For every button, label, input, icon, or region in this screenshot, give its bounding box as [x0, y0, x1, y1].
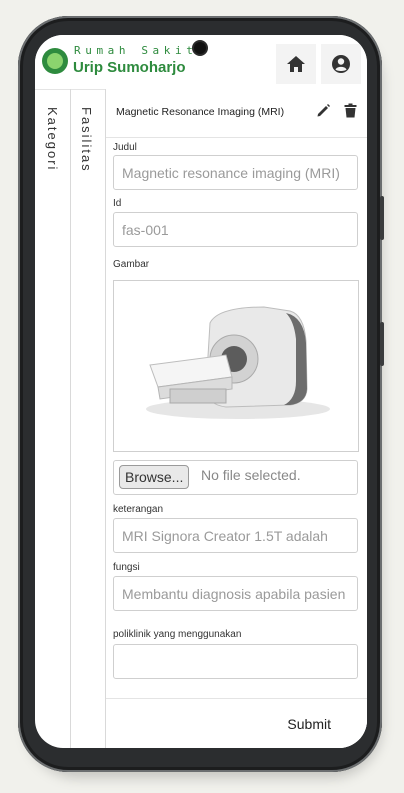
gambar-label: Gambar — [113, 259, 150, 270]
keterangan-label: keterangan — [113, 504, 164, 515]
app-screen: Rumah Sakit Urip Sumoharjo Kategori Fasi… — [35, 35, 367, 748]
volume-up-button — [380, 196, 384, 240]
home-icon — [287, 56, 305, 72]
file-input[interactable]: Browse... No file selected. — [113, 460, 358, 495]
no-file-text: No file selected. — [201, 467, 301, 483]
pencil-icon[interactable] — [316, 103, 331, 118]
submit-button[interactable]: Submit — [287, 716, 331, 732]
form-footer: Submit — [106, 698, 367, 748]
power-button — [380, 322, 384, 366]
tab-kategori[interactable]: Kategori — [35, 89, 71, 748]
hospital-logo-icon — [42, 48, 68, 74]
front-camera — [194, 42, 206, 54]
image-preview — [113, 280, 359, 452]
judul-label: Judul — [113, 142, 137, 153]
facility-form: Judul Magnetic resonance imaging (MRI) I… — [106, 138, 367, 698]
fungsi-label: fungsi — [113, 562, 140, 573]
facility-editor: Magnetic Resonance Imaging (MRI) Judul M… — [106, 89, 367, 748]
id-label: Id — [113, 198, 122, 209]
judul-input[interactable]: Magnetic resonance imaging (MRI) — [113, 155, 358, 190]
home-button[interactable] — [276, 44, 316, 84]
id-input[interactable]: fas-001 — [113, 212, 358, 247]
keterangan-textarea[interactable]: MRI Signora Creator 1.5T adalah — [113, 518, 358, 553]
tab-kategori-label: Kategori — [45, 107, 60, 172]
item-header: Magnetic Resonance Imaging (MRI) — [106, 89, 367, 138]
trash-icon[interactable] — [344, 103, 357, 118]
brand-line1: Rumah Sakit — [74, 44, 198, 57]
account-icon — [332, 55, 350, 73]
brand-line2: Urip Sumoharjo — [73, 59, 186, 76]
account-button[interactable] — [321, 44, 361, 84]
poliklinik-label: poliklinik yang menggunakan — [113, 629, 242, 640]
fungsi-textarea[interactable]: Membantu diagnosis apabila pasien — [113, 576, 358, 611]
item-title: Magnetic Resonance Imaging (MRI) — [116, 106, 285, 118]
browse-button[interactable]: Browse... — [119, 465, 190, 489]
poliklinik-field[interactable] — [113, 644, 358, 679]
tab-fasilitas[interactable]: Fasilitas — [70, 89, 106, 748]
mri-machine-image — [146, 306, 330, 419]
tab-fasilitas-label: Fasilitas — [79, 107, 94, 173]
